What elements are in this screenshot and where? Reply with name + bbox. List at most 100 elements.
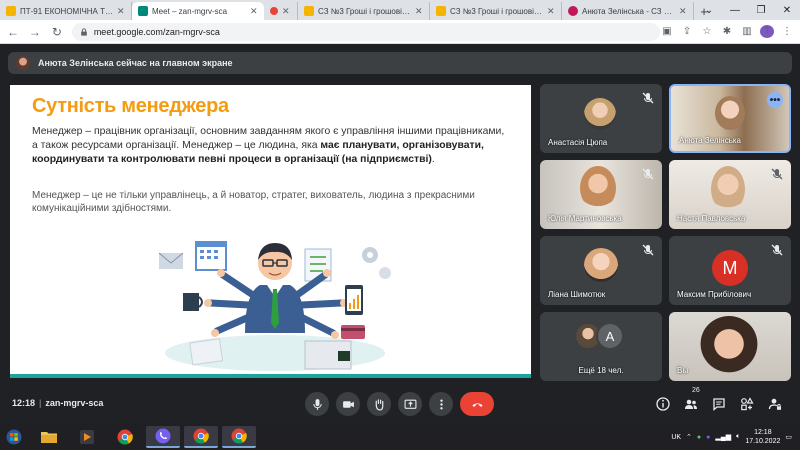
chrome-icon — [117, 429, 133, 445]
browser-tab-5[interactable]: СЗ №3 Гроші і грошові систе ✕ — [430, 2, 562, 20]
start-button[interactable] — [0, 424, 28, 450]
chevron-up-icon[interactable]: ⌃ — [686, 433, 692, 441]
taskbar-chrome-2[interactable] — [184, 426, 218, 448]
participant-name: Анюта Зелінська — [679, 136, 741, 145]
more-options-button[interactable]: ••• — [767, 92, 783, 108]
browser-tab-4[interactable]: СЗ №3 Гроші і грошові систе ✕ — [298, 2, 430, 20]
extensions-icon[interactable]: ✱ — [720, 26, 734, 37]
taskbar-clock[interactable]: 12:18 17.10.2022 — [745, 428, 780, 446]
language-indicator[interactable]: UK — [671, 434, 681, 441]
camera-button[interactable] — [336, 392, 360, 416]
more-options-button[interactable] — [429, 392, 453, 416]
browser-tab-recording[interactable]: ✕ — [264, 2, 298, 20]
chrome-icon — [193, 428, 209, 444]
camera-permission-icon[interactable]: ▣ — [660, 26, 674, 37]
forward-icon[interactable]: → — [26, 23, 44, 41]
back-icon[interactable]: ← — [4, 23, 22, 41]
taskbar-time: 12:18 — [754, 429, 772, 436]
tab-search-icon[interactable]: ⌄ — [696, 0, 722, 20]
more-participants-label: Ещё 18 чел. — [578, 366, 624, 375]
close-tab-icon[interactable]: ✕ — [679, 6, 687, 17]
tab-title: Анюта Зелінська - СЗ №3 Ро — [582, 6, 675, 16]
participant-name: Юлія Мартиновська — [548, 214, 622, 223]
side-panel-icon[interactable]: ▥ — [740, 26, 754, 37]
globe-favicon-icon — [568, 6, 578, 16]
more-participants-tile[interactable]: A Ещё 18 чел. — [540, 312, 662, 381]
browser-toolbar: ← → ↻ meet.google.com/zan-mgrv-sca ▣ ⇪ ☆… — [0, 20, 800, 44]
browser-tab-meet[interactable]: Meet – zan-mgrv-sca ✕ — [132, 2, 264, 20]
browser-tab-1[interactable]: ПТ-91 ЕКОНОМІЧНА ТЕОРІЯ ✕ — [0, 2, 132, 20]
taskbar-media-player[interactable] — [70, 426, 104, 448]
microphone-button[interactable] — [305, 392, 329, 416]
network-icon[interactable]: ▂▄▆ — [715, 433, 731, 441]
taskbar-viber[interactable] — [146, 426, 180, 448]
participant-tile-presenter[interactable]: ••• Анюта Зелінська — [669, 84, 791, 153]
participant-tile[interactable]: Ліана Шимотюк — [540, 236, 662, 305]
menu-kebab-icon[interactable]: ⋮ — [780, 26, 794, 37]
participant-name: Вы — [677, 366, 689, 375]
slides-favicon-icon — [304, 6, 314, 16]
system-tray: UK ⌃ ● ● ▂▄▆ 🔈︎ 12:18 17.10.2022 ▭ — [671, 428, 800, 446]
chrome-icon — [231, 428, 247, 444]
participant-tile[interactable]: Анастасія Цюпа — [540, 84, 662, 153]
meeting-code: zan-mgrv-sca — [45, 398, 104, 408]
bookmark-star-icon[interactable]: ☆ — [700, 26, 714, 37]
multitasking-manager-illustration — [145, 233, 405, 373]
activities-shapes-icon — [741, 397, 754, 411]
mic-off-icon — [642, 244, 654, 256]
presenting-banner: Анюта Зелінська сейчас на главном экране — [8, 52, 792, 74]
tab-title: ПТ-91 ЕКОНОМІЧНА ТЕОРІЯ — [20, 6, 113, 16]
chat-button[interactable] — [710, 395, 728, 413]
reload-icon[interactable]: ↻ — [48, 23, 66, 41]
share-icon[interactable]: ⇪ — [680, 26, 694, 37]
people-button[interactable] — [682, 395, 700, 413]
host-controls-button[interactable] — [766, 395, 784, 413]
notifications-icon[interactable]: ▭ — [785, 433, 792, 441]
address-bar[interactable]: meet.google.com/zan-mgrv-sca — [71, 22, 660, 41]
participant-video — [584, 248, 618, 282]
participant-tile[interactable]: Юлія Мартиновська — [540, 160, 662, 229]
chat-icon — [713, 398, 725, 411]
participant-face — [715, 96, 745, 130]
taskbar-chrome[interactable] — [108, 426, 142, 448]
tray-app-icon-2[interactable]: ● — [706, 434, 710, 441]
participant-avatar: A — [596, 322, 624, 350]
mic-off-icon — [771, 244, 783, 256]
meet-control-bar: 12:18 | zan-mgrv-sca 26 — [0, 384, 800, 424]
participant-name: Максим Прибілович — [677, 290, 752, 299]
hang-up-icon — [471, 402, 483, 407]
media-player-icon — [80, 430, 94, 444]
maximize-icon[interactable]: ❐ — [748, 0, 774, 20]
close-window-icon[interactable]: ✕ — [774, 0, 800, 20]
toolbar-icons: ▣ ⇪ ☆ ✱ ▥ T ⋮ — [660, 25, 800, 38]
present-screen-icon — [404, 399, 416, 409]
meet-favicon-icon — [138, 6, 148, 16]
volume-icon[interactable]: 🔈︎ — [736, 433, 740, 441]
viber-icon — [155, 428, 171, 444]
close-tab-icon[interactable]: ✕ — [282, 6, 290, 17]
participant-avatar: M — [712, 250, 748, 286]
browser-tab-6[interactable]: Анюта Зелінська - СЗ №3 Ро ✕ — [562, 2, 694, 20]
raise-hand-button[interactable] — [367, 392, 391, 416]
close-tab-icon[interactable]: ✕ — [547, 6, 555, 17]
activities-button[interactable] — [738, 395, 756, 413]
taskbar-explorer[interactable] — [32, 426, 66, 448]
present-now-button[interactable] — [398, 392, 422, 416]
participant-tile[interactable]: Настя Павловська — [669, 160, 791, 229]
self-view-tile[interactable]: Вы — [669, 312, 791, 381]
close-tab-icon[interactable]: ✕ — [415, 6, 423, 17]
mic-off-icon — [642, 168, 654, 180]
meeting-details-button[interactable] — [654, 395, 672, 413]
participant-tile[interactable]: M Максим Прибілович — [669, 236, 791, 305]
close-tab-icon[interactable]: ✕ — [117, 6, 125, 17]
tab-title: Meet – zan-mgrv-sca — [152, 6, 228, 16]
leave-call-button[interactable] — [460, 392, 494, 416]
tray-app-icon[interactable]: ● — [697, 434, 701, 441]
close-tab-icon[interactable]: ✕ — [250, 6, 258, 17]
video-camera-icon — [342, 400, 354, 408]
taskbar-chrome-3[interactable] — [222, 426, 256, 448]
more-vertical-icon — [439, 399, 443, 409]
minimize-icon[interactable]: — — [722, 0, 748, 20]
profile-avatar[interactable]: T — [760, 25, 774, 38]
presentation-slide[interactable]: Сутність менеджера Менеджер – працівник … — [10, 85, 531, 378]
